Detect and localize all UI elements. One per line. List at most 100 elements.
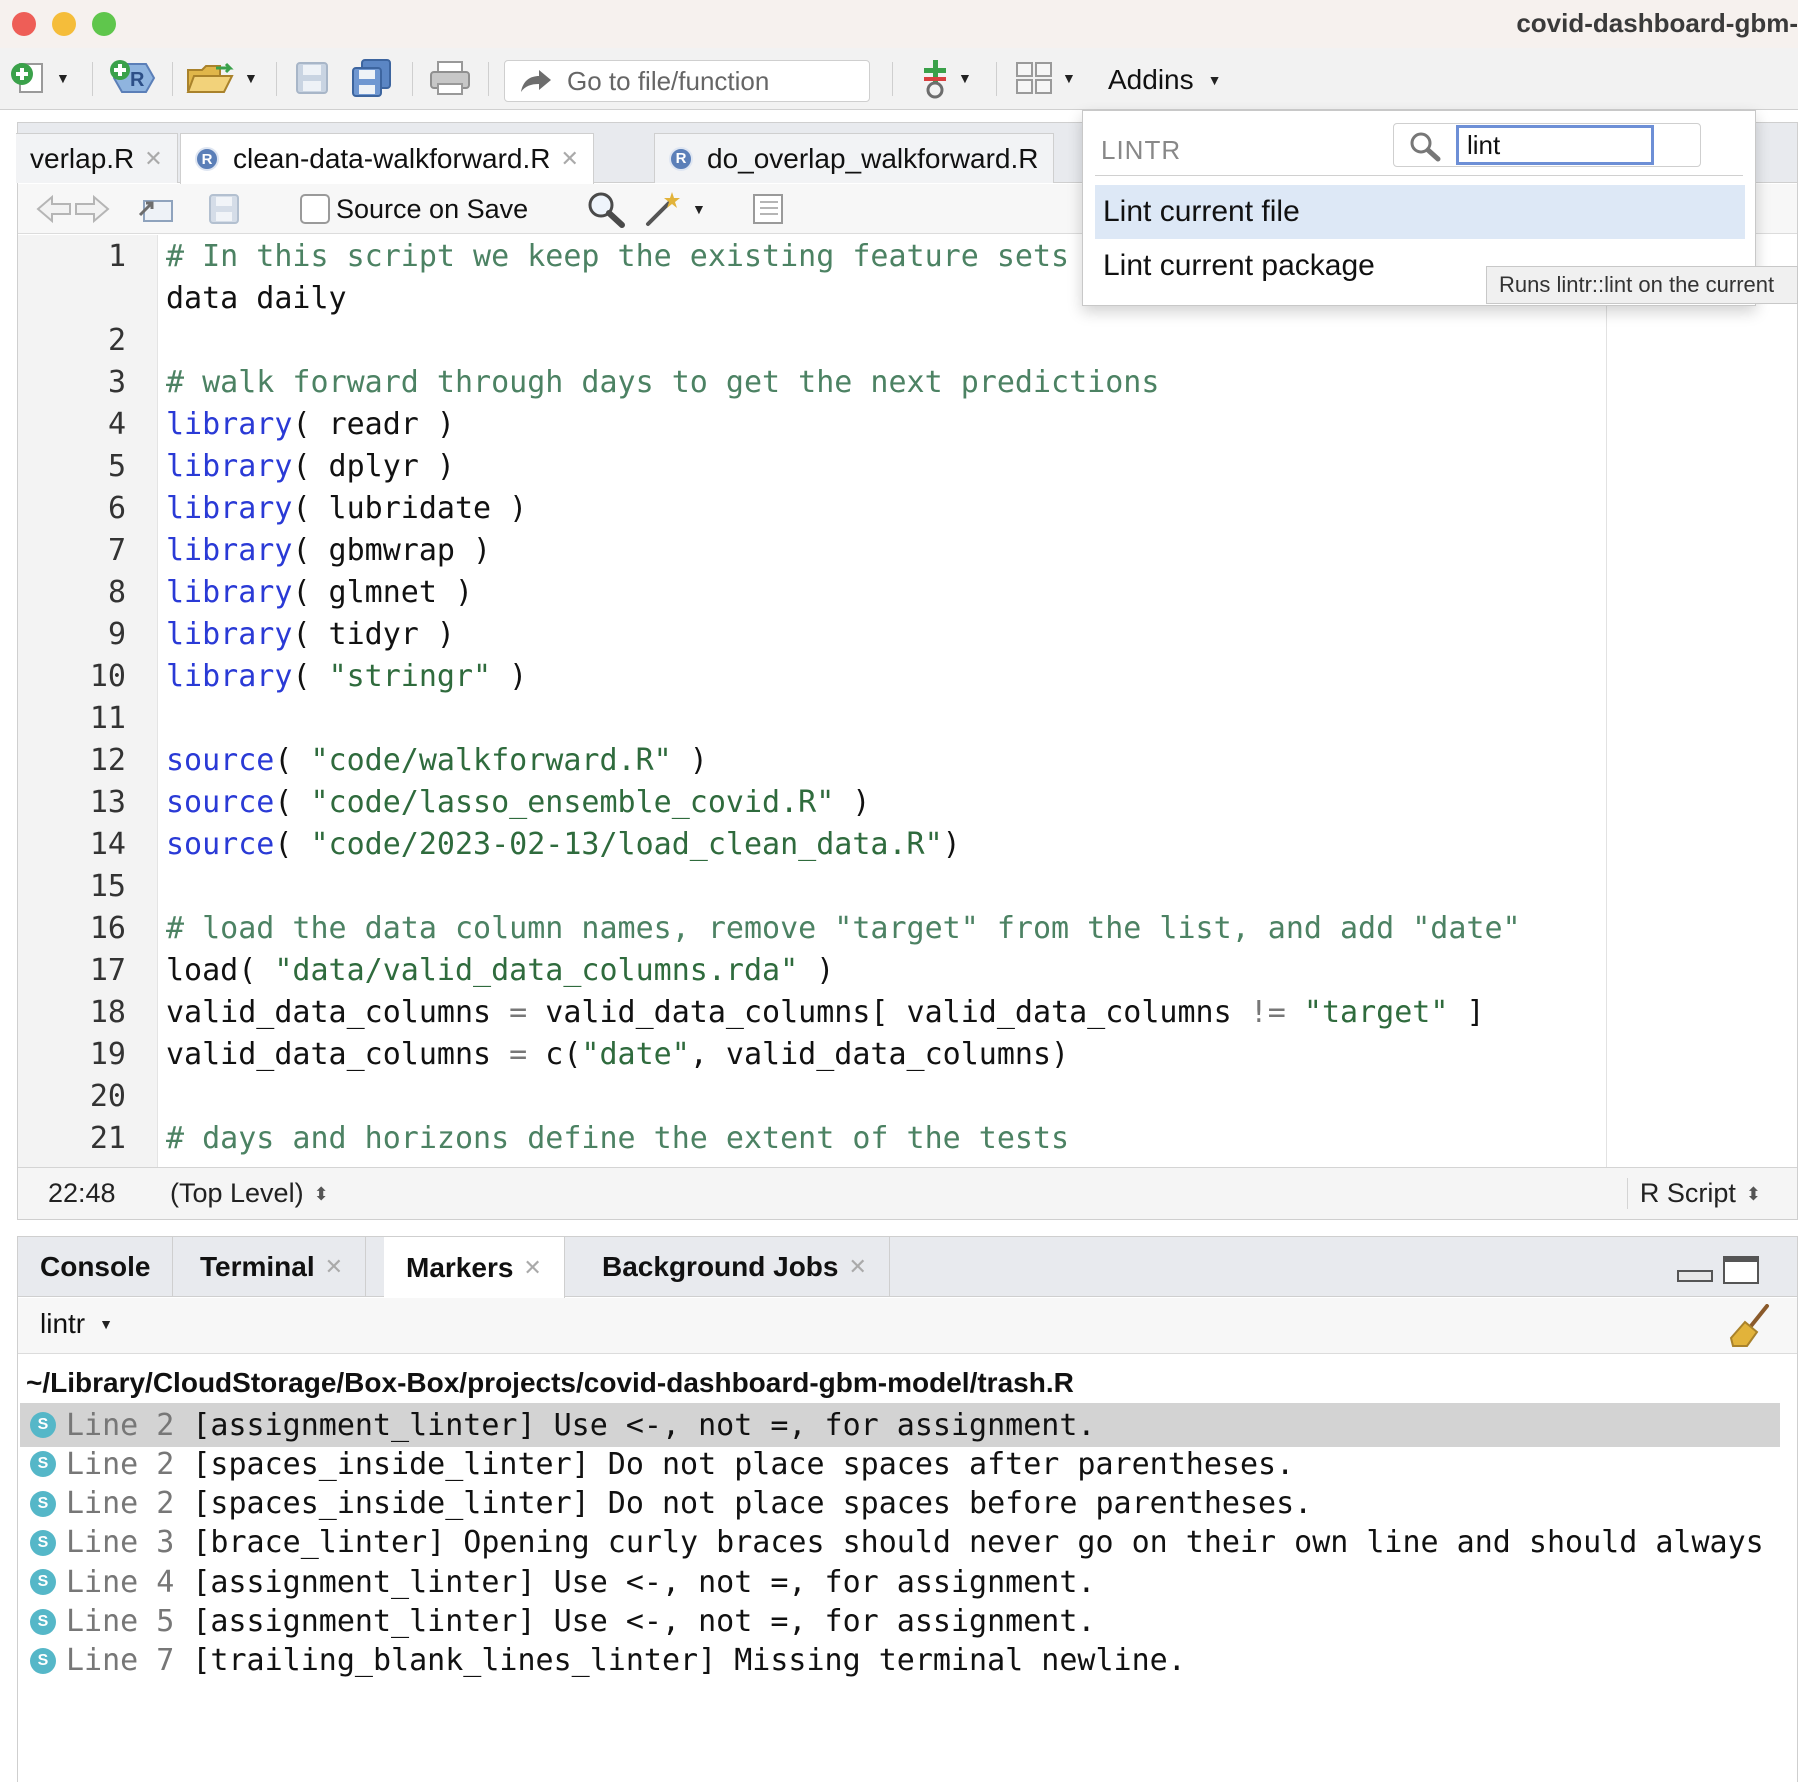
source-on-save-checkbox[interactable] xyxy=(300,194,330,224)
style-severity-icon: S xyxy=(30,1490,56,1517)
compile-report-button[interactable] xyxy=(750,190,786,228)
close-icon[interactable]: ✕ xyxy=(848,1254,866,1280)
code-text: library( dplyr ) xyxy=(166,449,455,484)
chevron-down-icon[interactable]: ▼ xyxy=(1062,70,1076,86)
code-line[interactable]: 10 library( "stringr" ) xyxy=(18,656,1797,698)
chevron-down-icon[interactable]: ▼ xyxy=(244,70,258,86)
open-file-button[interactable]: ▼ xyxy=(186,58,258,98)
code-text: library( gbmwrap ) xyxy=(166,533,492,568)
broom-icon[interactable] xyxy=(1729,1304,1771,1348)
maximize-pane-icon[interactable] xyxy=(1722,1255,1760,1285)
code-line[interactable]: 16 # load the data column names, remove "… xyxy=(18,908,1797,950)
code-line[interactable]: 12 source( "code/walkforward.R" ) xyxy=(18,740,1797,782)
tab-terminal[interactable]: Terminal ✕ xyxy=(178,1237,367,1297)
marker-row[interactable]: S Line 2 [spaces_inside_linter] Do not pla… xyxy=(20,1482,1780,1526)
menu-item-lint-current-file[interactable]: Lint current file xyxy=(1095,185,1745,239)
source-on-save-toggle[interactable]: Source on Save xyxy=(300,190,528,228)
marker-row[interactable]: S Line 2 [assignment_linter] Use <-, not =… xyxy=(20,1403,1780,1447)
updown-chevron-icon: ⬍ xyxy=(313,1183,329,1204)
tab-background-jobs[interactable]: Background Jobs ✕ xyxy=(580,1237,890,1297)
tab-markers[interactable]: Markers ✕ xyxy=(384,1237,565,1298)
code-line[interactable]: 5 library( dplyr ) xyxy=(18,446,1797,488)
line-number: 8 xyxy=(107,575,126,610)
go-to-file-function-input[interactable]: Go to file/function xyxy=(504,60,870,102)
minimize-pane-icon[interactable] xyxy=(1676,1255,1714,1285)
close-icon[interactable]: ✕ xyxy=(144,146,162,172)
marker-source-select[interactable]: lintr ▼ xyxy=(40,1308,113,1340)
style-severity-icon: S xyxy=(30,1451,56,1478)
line-number: 17 xyxy=(89,953,126,988)
new-file-button[interactable]: ▼ xyxy=(10,58,70,98)
editor-tab-do-overlap-walkforward[interactable]: R do_overlap_walkforward.R xyxy=(654,133,1054,183)
print-icon xyxy=(430,61,470,95)
code-tools-button[interactable]: ▼ xyxy=(644,190,706,228)
code-line[interactable]: 7 library( gbmwrap ) xyxy=(18,530,1797,572)
marker-row[interactable]: S Line 3 [brace_linter] Opening curly brac… xyxy=(20,1521,1780,1565)
marker-row[interactable]: S Line 2 [spaces_inside_linter] Do not pla… xyxy=(20,1442,1780,1486)
show-in-window-button[interactable] xyxy=(136,190,176,228)
window-close-button[interactable] xyxy=(12,12,36,36)
tab-console[interactable]: Console xyxy=(18,1237,174,1297)
code-line[interactable]: 9 library( tidyr ) xyxy=(18,614,1797,656)
code-line[interactable]: 4 library( readr ) xyxy=(18,404,1797,446)
code-line[interactable]: 6 library( lubridate ) xyxy=(18,488,1797,530)
close-icon[interactable]: ✕ xyxy=(523,1255,541,1281)
code-line[interactable]: 17 load( "data/valid_data_columns.rda" ) xyxy=(18,950,1797,992)
find-replace-button[interactable] xyxy=(586,190,626,228)
code-text: source( "code/2023-02-13/load_clean_data… xyxy=(166,827,961,862)
chevron-down-icon[interactable]: ▼ xyxy=(692,201,706,217)
pane-layout-button[interactable]: ▼ xyxy=(1014,58,1076,98)
line-number: 14 xyxy=(89,827,126,862)
addins-search-input[interactable] xyxy=(1456,125,1654,165)
marker-file-path[interactable]: ~/Library/CloudStorage/Box-Box/projects/… xyxy=(26,1367,1074,1399)
forward-button[interactable] xyxy=(74,190,110,228)
divider xyxy=(1095,175,1743,176)
marker-message: [assignment_linter] Use <-, not =, for a… xyxy=(192,1604,1096,1639)
scope-selector[interactable]: (Top Level) ⬍ xyxy=(170,1178,329,1209)
marker-message: [spaces_inside_linter] Do not place spac… xyxy=(192,1486,1313,1522)
marker-row[interactable]: S Line 4 [assignment_linter] Use <-, not =… xyxy=(20,1560,1780,1604)
window-minimize-button[interactable] xyxy=(52,12,76,36)
code-line[interactable]: 21 # days and horizons define the extent … xyxy=(18,1118,1797,1160)
tab-label: Console xyxy=(40,1251,151,1282)
tooltip: Runs lintr::lint on the current xyxy=(1486,266,1798,304)
editor-save-button[interactable] xyxy=(208,190,240,228)
addins-menu-button[interactable]: Addins ▼ xyxy=(1108,64,1221,96)
marker-line-number: Line 2 xyxy=(66,1446,175,1482)
code-line[interactable]: 8 library( glmnet ) xyxy=(18,572,1797,614)
window-zoom-button[interactable] xyxy=(92,12,116,36)
code-text: valid_data_columns = valid_data_columns[… xyxy=(166,995,1485,1030)
editor-tab-overlap[interactable]: verlap.R ✕ xyxy=(16,133,178,183)
chevron-down-icon[interactable]: ▼ xyxy=(56,70,70,86)
code-line[interactable]: 14 source( "code/2023-02-13/load_clean_da… xyxy=(18,824,1797,866)
code-line[interactable]: 20 xyxy=(18,1076,1797,1118)
code-line[interactable]: 2 xyxy=(18,320,1797,362)
code-line[interactable]: 11 xyxy=(18,698,1797,740)
code-line[interactable]: 3 # walk forward through days to get the … xyxy=(18,362,1797,404)
grid-layout-icon xyxy=(1016,62,1052,94)
save-all-button[interactable] xyxy=(350,58,394,98)
editor-tab-clean-data-walkforward[interactable]: R clean-data-walkforward.R ✕ xyxy=(180,133,594,184)
chevron-down-icon[interactable]: ▼ xyxy=(958,70,972,86)
marker-row[interactable]: S Line 7 [trailing_blank_lines_linter] Mis… xyxy=(20,1639,1780,1683)
marker-row[interactable]: S Line 5 [assignment_linter] Use <-, not =… xyxy=(20,1600,1780,1644)
code-line[interactable]: 13 source( "code/lasso_ensemble_covid.R" … xyxy=(18,782,1797,824)
new-project-button[interactable]: R xyxy=(108,58,158,98)
bottom-tab-strip: Console Terminal ✕ Markers ✕ Background … xyxy=(18,1237,1797,1298)
save-button[interactable] xyxy=(294,58,330,98)
print-button[interactable] xyxy=(428,58,472,98)
code-editor[interactable]: 1 # In this script we keep the existing f… xyxy=(18,235,1797,1167)
code-line[interactable]: 19 valid_data_columns = c("date", valid_d… xyxy=(18,1034,1797,1076)
file-type-selector[interactable]: R Script ⬍ xyxy=(1626,1178,1761,1209)
save-icon xyxy=(209,194,239,224)
line-number: 18 xyxy=(89,995,126,1030)
window-title: covid-dashboard-gbm- xyxy=(1516,8,1798,38)
version-control-button[interactable]: ▼ xyxy=(920,58,972,99)
close-icon[interactable]: ✕ xyxy=(325,1254,343,1280)
arrow-right-icon xyxy=(75,194,110,224)
style-severity-icon: S xyxy=(30,1412,56,1438)
back-button[interactable] xyxy=(36,190,72,228)
code-line[interactable]: 15 xyxy=(18,866,1797,908)
code-line[interactable]: 18 valid_data_columns = valid_data_column… xyxy=(18,992,1797,1034)
close-icon[interactable]: ✕ xyxy=(560,146,578,172)
